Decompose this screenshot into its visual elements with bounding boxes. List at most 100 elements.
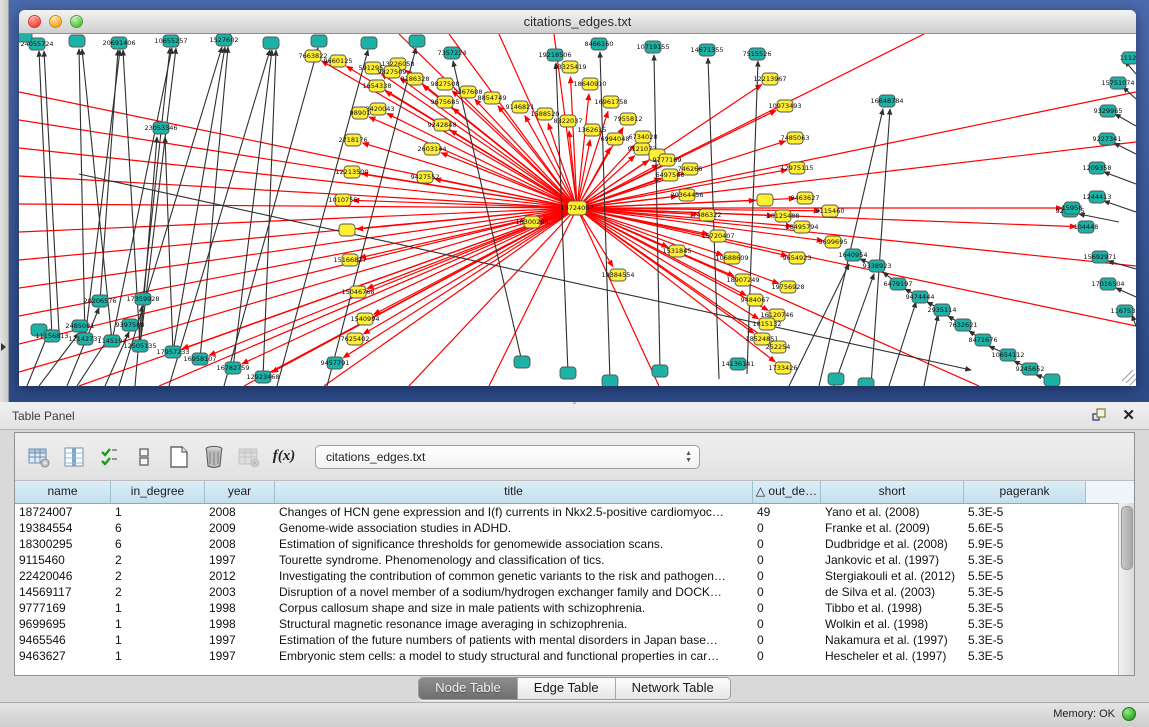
- table-cell[interactable]: 5.3E-5: [964, 504, 1086, 520]
- table-cell[interactable]: Changes of HCN gene expression and I(f) …: [275, 504, 753, 520]
- table-cell[interactable]: 9699695: [15, 616, 111, 632]
- red-edge[interactable]: [362, 174, 577, 208]
- network-window[interactable]: citations_edges.txt 24055724206914061065…: [19, 10, 1136, 385]
- graph-node[interactable]: [311, 35, 327, 47]
- tab-network-table[interactable]: Network Table: [616, 678, 730, 699]
- table-cell[interactable]: 0: [753, 632, 821, 648]
- table-cell[interactable]: 1997: [205, 632, 275, 648]
- column-header-pagerank[interactable]: pagerank: [964, 481, 1086, 503]
- table-cell[interactable]: Wolkin et al. (1998): [821, 616, 964, 632]
- table-cell[interactable]: 0: [753, 552, 821, 568]
- table-cell[interactable]: 0: [753, 520, 821, 536]
- table-cell[interactable]: 2: [111, 552, 205, 568]
- table-cell[interactable]: 0: [753, 568, 821, 584]
- table-row[interactable]: 2242004622012Investigating the contribut…: [15, 568, 1134, 584]
- table-cell[interactable]: 1: [111, 632, 205, 648]
- table-cell[interactable]: 19384554: [15, 520, 111, 536]
- table-mode-button[interactable]: [27, 445, 51, 469]
- black-edge[interactable]: [165, 137, 173, 352]
- black-edge[interactable]: [140, 137, 157, 346]
- table-cell[interactable]: 9463627: [15, 648, 111, 664]
- table-cell[interactable]: 6: [111, 520, 205, 536]
- graph-node[interactable]: [560, 367, 576, 379]
- table-cell[interactable]: 14569117: [15, 584, 111, 600]
- table-cell[interactable]: 2: [111, 568, 205, 584]
- graph-node[interactable]: [602, 375, 618, 386]
- table-cell[interactable]: Nakamura et al. (1997): [821, 632, 964, 648]
- table-cell[interactable]: Hescheler et al. (1997): [821, 648, 964, 664]
- table-row[interactable]: 946362711997Embryonic stem cells: a mode…: [15, 648, 1134, 664]
- table-cell[interactable]: 5.3E-5: [964, 600, 1086, 616]
- table-cell[interactable]: Jankovic et al. (1997): [821, 552, 964, 568]
- table-cell[interactable]: 0: [753, 584, 821, 600]
- table-source-select[interactable]: citations_edges.txt ▲▼: [315, 445, 700, 469]
- table-cell[interactable]: 5.3E-5: [964, 616, 1086, 632]
- table-row[interactable]: 1456911722003Disruption of a novel membe…: [15, 584, 1134, 600]
- close-panel-icon[interactable]: ✕: [1122, 406, 1135, 424]
- black-edge[interactable]: [1116, 288, 1136, 297]
- black-edge[interactable]: [1114, 143, 1136, 154]
- graph-node[interactable]: [361, 37, 377, 49]
- column-header-short[interactable]: short: [821, 481, 964, 503]
- black-edge[interactable]: [834, 274, 874, 386]
- table-cell[interactable]: 2: [111, 584, 205, 600]
- graph-node[interactable]: [263, 37, 279, 49]
- black-edge[interactable]: [39, 51, 52, 336]
- table-cell[interactable]: 5.9E-5: [964, 536, 1086, 552]
- table-cell[interactable]: 1998: [205, 600, 275, 616]
- red-edge[interactable]: [364, 208, 577, 334]
- red-edge[interactable]: [363, 143, 577, 208]
- table-cell[interactable]: 5.5E-5: [964, 568, 1086, 584]
- table-cell[interactable]: 5.3E-5: [964, 632, 1086, 648]
- black-edge[interactable]: [1104, 201, 1136, 212]
- scrollbar-thumb[interactable]: [1121, 506, 1133, 570]
- graph-node[interactable]: [1044, 374, 1060, 386]
- table-cell[interactable]: 1: [111, 600, 205, 616]
- table-cell[interactable]: Genome-wide association studies in ADHD.: [275, 520, 753, 536]
- table-cell[interactable]: 18724007: [15, 504, 111, 520]
- graph-node[interactable]: [19, 34, 32, 42]
- black-edge[interactable]: [79, 49, 85, 339]
- delete-column-button[interactable]: [202, 445, 226, 469]
- canvas-resize-grip-icon[interactable]: [1122, 370, 1136, 385]
- table-row[interactable]: 1830029562008Estimation of significance …: [15, 536, 1134, 552]
- table-cell[interactable]: 2008: [205, 536, 275, 552]
- table-cell[interactable]: 5.3E-5: [964, 584, 1086, 600]
- black-edge[interactable]: [1115, 114, 1136, 126]
- tab-node-table[interactable]: Node Table: [419, 678, 518, 699]
- table-cell[interactable]: 1: [111, 648, 205, 664]
- select-rows-button[interactable]: [97, 445, 121, 469]
- table-cell[interactable]: 49: [753, 504, 821, 520]
- red-edge[interactable]: [577, 200, 755, 208]
- table-cell[interactable]: 9465546: [15, 632, 111, 648]
- black-edge[interactable]: [889, 302, 916, 386]
- table-cell[interactable]: 1997: [205, 552, 275, 568]
- column-header-title[interactable]: title: [275, 481, 753, 503]
- table-cell[interactable]: Investigating the contribution of common…: [275, 568, 753, 584]
- table-cell[interactable]: de Silva et al. (2003): [821, 584, 964, 600]
- table-cell[interactable]: Corpus callosum shape and size in male p…: [275, 600, 753, 616]
- column-header-out_de[interactable]: △ out_de…: [753, 481, 821, 503]
- red-edge[interactable]: [242, 208, 577, 364]
- table-cell[interactable]: 18300295: [15, 536, 111, 552]
- change-row-height-button[interactable]: [132, 445, 156, 469]
- network-canvas[interactable]: 2405572420691406106552571527602735722419…: [19, 34, 1136, 386]
- table-row[interactable]: 1938455462009Genome-wide association stu…: [15, 520, 1134, 536]
- table-cell[interactable]: 5.6E-5: [964, 520, 1086, 536]
- panel-collapse-arrow-icon[interactable]: [1, 343, 6, 351]
- graph-node[interactable]: [514, 356, 530, 368]
- table-cell[interactable]: Tourette syndrome. Phenomenology and cla…: [275, 552, 753, 568]
- black-edge[interactable]: [100, 50, 118, 301]
- graph-node[interactable]: [69, 35, 85, 47]
- table-row[interactable]: 977716911998Corpus callosum shape and si…: [15, 600, 1134, 616]
- column-header-year[interactable]: year: [205, 481, 275, 503]
- show-columns-button[interactable]: [62, 445, 86, 469]
- table-cell[interactable]: 0: [753, 536, 821, 552]
- new-column-button[interactable]: [167, 445, 191, 469]
- graph-node[interactable]: [858, 378, 874, 386]
- table-cell[interactable]: 2003: [205, 584, 275, 600]
- table-cell[interactable]: 2008: [205, 504, 275, 520]
- black-edge[interactable]: [263, 50, 276, 377]
- black-edge[interactable]: [173, 47, 225, 352]
- table-row[interactable]: 969969511998Structural magnetic resonanc…: [15, 616, 1134, 632]
